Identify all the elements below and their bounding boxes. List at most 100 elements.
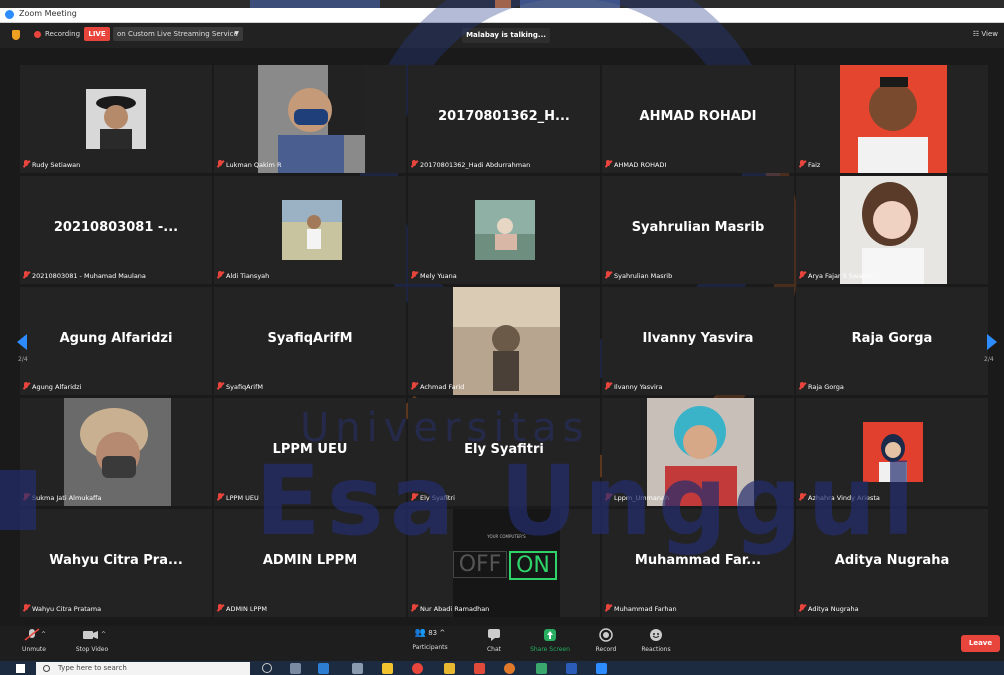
- view-label: View: [981, 30, 998, 38]
- participant-label: Aldi Tiansyah: [217, 270, 272, 282]
- participant-label: Arya Fajar S Swanto: [799, 270, 876, 282]
- participants-icon: 👥: [414, 628, 426, 638]
- zoom-taskbar-icon[interactable]: [596, 663, 607, 674]
- cortana-icon[interactable]: [262, 663, 272, 673]
- edge-browser-icon[interactable]: [318, 663, 329, 674]
- share-screen-label: Share Screen: [530, 646, 570, 653]
- participant-tile[interactable]: ADMIN LPPM ADMIN LPPM: [214, 509, 406, 617]
- participant-tile[interactable]: LPPM UEU LPPM UEU: [214, 398, 406, 506]
- participant-label: Achmad Farid: [411, 381, 467, 393]
- previous-page-arrow-icon[interactable]: [17, 334, 27, 350]
- participant-tile[interactable]: Mely Yuana: [408, 176, 600, 284]
- task-view-icon[interactable]: [290, 663, 301, 674]
- participant-tile[interactable]: Rudy Setiawan: [20, 65, 212, 173]
- participant-label: ADMIN LPPM: [217, 603, 270, 615]
- participants-label: Participants: [412, 644, 448, 651]
- muted-mic-icon: [217, 604, 223, 612]
- windows-start-icon[interactable]: [16, 664, 25, 673]
- chat-button[interactable]: Chat: [480, 628, 508, 653]
- muted-mic-icon: [799, 493, 805, 501]
- next-page-arrow-icon[interactable]: [987, 334, 997, 350]
- live-stream-dropdown[interactable]: on Custom Live Streaming Service ▼: [113, 27, 243, 41]
- participant-video: [258, 65, 365, 173]
- participant-tile[interactable]: SyafiqArifM SyafiqArifM: [214, 287, 406, 395]
- participant-name: 20170801362_H...: [438, 109, 570, 124]
- participant-tile[interactable]: Aldi Tiansyah: [214, 176, 406, 284]
- sign-on-text: ON: [509, 551, 557, 580]
- participant-tile[interactable]: Lukman Qakim R: [214, 65, 406, 173]
- participant-label: Rudy Setiawan: [23, 159, 83, 171]
- reactions-button[interactable]: Reactions: [638, 628, 674, 653]
- muted-mic-icon: [23, 271, 29, 279]
- share-screen-button[interactable]: Share Screen: [526, 628, 574, 653]
- participant-label: Ely Syafitri: [411, 492, 458, 504]
- app-icon[interactable]: [352, 663, 363, 674]
- muted-mic-icon: [799, 382, 805, 390]
- participant-tile[interactable]: 20210803081 -... 20210803081 - Muhamad M…: [20, 176, 212, 284]
- participant-tile[interactable]: Lppm_Ummanah: [602, 398, 794, 506]
- participant-tile[interactable]: YOUR COMPUTER'S OFF ON Nur Abadi Ramadha…: [408, 509, 600, 617]
- participant-tile[interactable]: Wahyu Citra Pra... Wahyu Citra Pratama: [20, 509, 212, 617]
- participant-name: Wahyu Citra Pra...: [49, 553, 183, 568]
- record-button[interactable]: Record: [592, 628, 620, 653]
- muted-mic-icon: [605, 271, 611, 279]
- participant-tile[interactable]: Syahrulian Masrib Syahrulian Masrib: [602, 176, 794, 284]
- participant-name: Ely Syafitri: [464, 442, 544, 457]
- participant-tile[interactable]: Azhahra Vindy Ariesta: [796, 398, 988, 506]
- muted-mic-icon: [411, 160, 417, 168]
- participant-tile[interactable]: Ely Syafitri Ely Syafitri: [408, 398, 600, 506]
- leave-button[interactable]: Leave: [961, 635, 1000, 652]
- stop-video-button[interactable]: ^ Stop Video: [70, 628, 114, 653]
- muted-mic-icon: [23, 382, 29, 390]
- taskbar-search-box[interactable]: Type here to search: [36, 662, 250, 675]
- participant-tile[interactable]: Arya Fajar S Swanto: [796, 176, 988, 284]
- search-icon: [43, 665, 50, 672]
- participant-label: Ilvanny Yasvira: [605, 381, 665, 393]
- file-explorer-icon[interactable]: [444, 663, 455, 674]
- participant-tile[interactable]: Raja Gorga Raja Gorga: [796, 287, 988, 395]
- participant-name: LPPM UEU: [272, 442, 348, 457]
- recording-icon: [34, 31, 41, 38]
- word-icon[interactable]: [566, 663, 577, 674]
- watermark-fragment: [0, 470, 36, 530]
- participant-tile[interactable]: Sukma Jati Almukaffa: [20, 398, 212, 506]
- view-button[interactable]: ☷ View: [973, 30, 998, 38]
- participant-tile[interactable]: Agung Alfaridzi Agung Alfaridzi: [20, 287, 212, 395]
- participant-tile[interactable]: Ilvanny Yasvira Ilvanny Yasvira: [602, 287, 794, 395]
- participant-photo: [647, 398, 754, 506]
- participant-tile[interactable]: Faiz: [796, 65, 988, 173]
- participant-tile[interactable]: AHMAD ROHADI AHMAD ROHADI: [602, 65, 794, 173]
- muted-mic-icon: [217, 382, 223, 390]
- participant-name: Aditya Nugraha: [834, 553, 950, 568]
- participant-label: Lppm_Ummanah: [605, 492, 672, 504]
- participant-tile[interactable]: Achmad Farid: [408, 287, 600, 395]
- participant-label: Lukman Qakim R: [217, 159, 284, 171]
- opera-icon[interactable]: [412, 663, 423, 674]
- chrome-icon[interactable]: [504, 663, 515, 674]
- participants-count: 83: [428, 629, 438, 637]
- share-screen-icon: [544, 629, 556, 641]
- participant-tile[interactable]: Aditya Nugraha Aditya Nugraha: [796, 509, 988, 617]
- live-badge: LIVE: [84, 27, 110, 41]
- muted-mic-icon: [799, 604, 805, 612]
- excel-icon[interactable]: [536, 663, 547, 674]
- participant-tile[interactable]: 20170801362_H... 20170801362_Hadi Abdurr…: [408, 65, 600, 173]
- unmute-button[interactable]: ^ Unmute: [16, 628, 52, 653]
- participant-photo: [282, 200, 342, 260]
- muted-mic-icon: [217, 271, 223, 279]
- app-icon[interactable]: [474, 663, 485, 674]
- sign-caption: YOUR COMPUTER'S: [487, 534, 526, 539]
- muted-microphone-icon: ^: [24, 628, 46, 641]
- svg-text:^: ^: [41, 631, 46, 638]
- muted-mic-icon: [605, 382, 611, 390]
- participant-name: Raja Gorga: [851, 331, 933, 346]
- participant-photo: [475, 200, 535, 260]
- participant-tile[interactable]: Muhammad Far... Muhammad Farhan: [602, 509, 794, 617]
- participants-button[interactable]: 👥 83 ^ Participants: [406, 628, 454, 651]
- chat-label: Chat: [486, 646, 502, 653]
- smiley-face-icon: [650, 629, 662, 641]
- unmute-label: Unmute: [22, 646, 46, 653]
- security-shield-icon[interactable]: [12, 30, 20, 40]
- app-icon[interactable]: [382, 663, 393, 674]
- participant-photo: [453, 287, 560, 395]
